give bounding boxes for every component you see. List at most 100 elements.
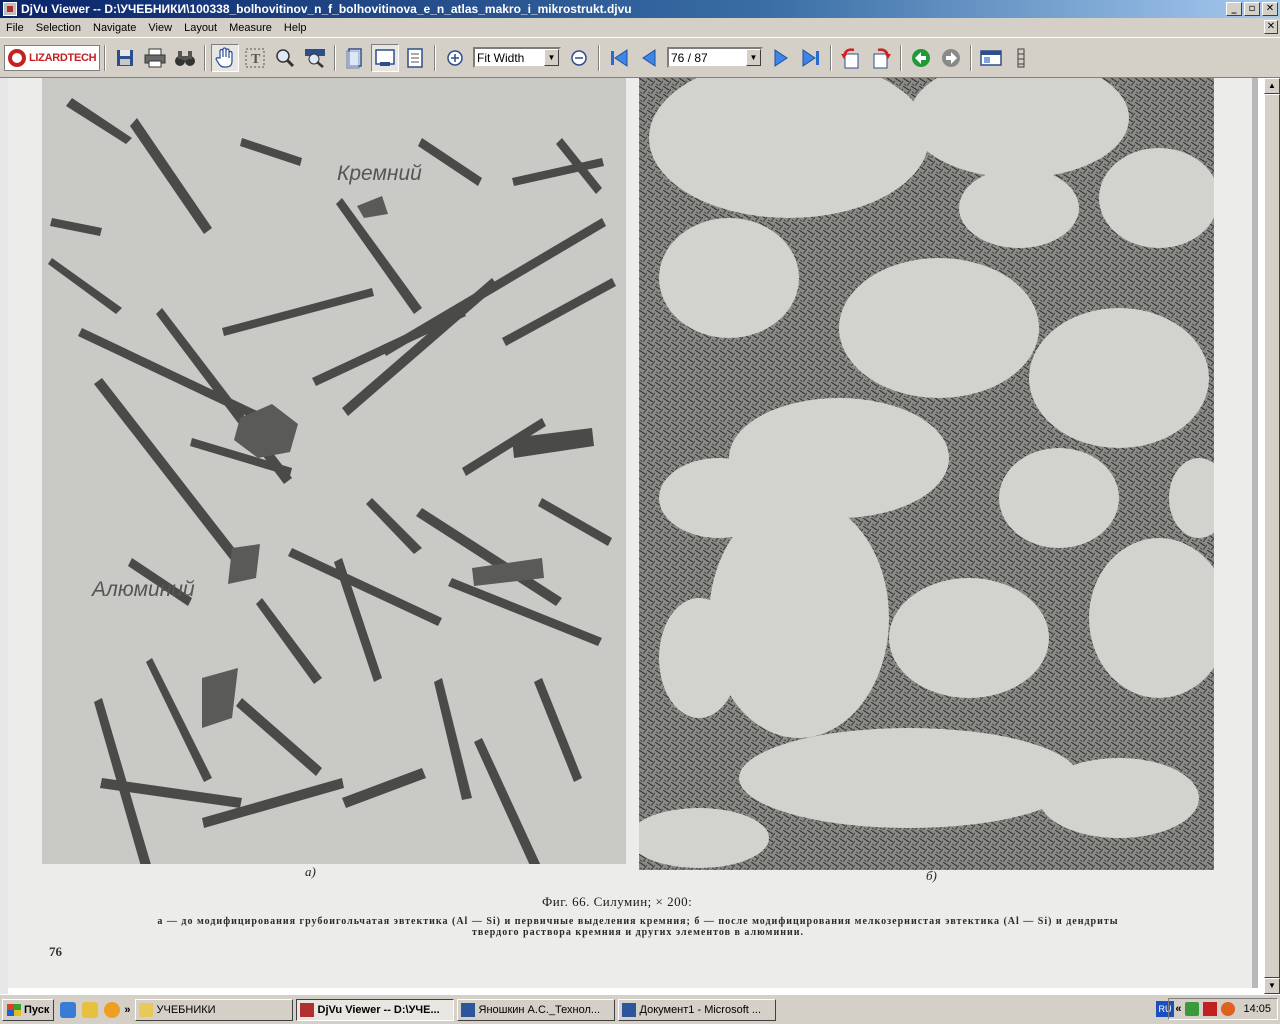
save-button[interactable] xyxy=(111,44,139,72)
separator xyxy=(204,44,206,71)
quick-launch xyxy=(60,1001,121,1018)
task-word-document1[interactable]: Документ1 - Microsoft ... xyxy=(617,998,776,1021)
forward-icon xyxy=(942,48,960,67)
arrow-left-icon xyxy=(642,48,656,67)
volume-icon[interactable] xyxy=(1221,1002,1236,1016)
last-page-button[interactable] xyxy=(797,44,825,72)
task-word-yanoshkin[interactable]: Яношкин А.С._Технол... xyxy=(456,998,615,1021)
text-select-icon: T xyxy=(245,48,265,67)
djvu-app-icon[interactable] xyxy=(3,2,17,16)
vertical-scrollbar[interactable]: ▲ ▼ xyxy=(1264,78,1280,994)
rotate-right-button[interactable] xyxy=(867,44,895,72)
messenger-icon[interactable] xyxy=(104,1001,121,1018)
print-button[interactable] xyxy=(141,44,169,72)
task-djvu-viewer[interactable]: DjVu Viewer -- D:\УЧЕ... xyxy=(295,998,454,1021)
menu-view[interactable]: View xyxy=(142,22,178,34)
separator xyxy=(598,44,600,71)
zoom-select-value: Fit Width xyxy=(477,50,525,65)
toolbar: LIZARDTECH T Fit Width ▼ 76 / 87 ▼ xyxy=(0,37,1280,78)
toolbar-handle[interactable] xyxy=(1007,44,1035,72)
next-page-button[interactable] xyxy=(767,44,795,72)
find-button[interactable] xyxy=(171,44,199,72)
zoom-rect-button[interactable] xyxy=(301,44,329,72)
task-label: DjVu Viewer -- D:\УЧЕ... xyxy=(317,1003,440,1016)
scroll-up-button[interactable]: ▲ xyxy=(1264,78,1280,94)
zoom-in-button[interactable] xyxy=(441,44,469,72)
last-page-icon xyxy=(802,48,819,67)
figure-description: а — до модифицирования грубоигольчатая э… xyxy=(68,916,1208,938)
first-page-button[interactable] xyxy=(605,44,633,72)
word-icon xyxy=(460,1002,475,1017)
fit-page-button[interactable] xyxy=(401,44,429,72)
minimize-button[interactable]: _ xyxy=(1226,2,1242,16)
zoom-out-button[interactable] xyxy=(565,44,593,72)
maximize-button[interactable]: ▫ xyxy=(1244,2,1260,16)
figure-caption: Фиг. 66. Силумин; × 200: xyxy=(542,894,693,909)
zoom-tool-button[interactable] xyxy=(271,44,299,72)
back-button[interactable] xyxy=(907,44,935,72)
separator xyxy=(104,44,106,71)
forward-button[interactable] xyxy=(937,44,965,72)
zoom-rectangle-icon xyxy=(305,48,325,68)
rotate-left-button[interactable] xyxy=(837,44,865,72)
micrograph-b xyxy=(639,78,1214,870)
menu-layout[interactable]: Layout xyxy=(178,22,223,34)
arrow-right-icon xyxy=(774,48,788,67)
menu-help[interactable]: Help xyxy=(278,22,313,34)
single-page-button[interactable] xyxy=(341,44,369,72)
thumbnails-button[interactable] xyxy=(977,44,1005,72)
figure-description-line-2: твердого раствора кремния и других элеме… xyxy=(472,927,804,938)
quick-launch-chevron[interactable]: » xyxy=(124,1004,130,1016)
notes-icon[interactable] xyxy=(82,1001,99,1018)
menu-bar: File Selection Navigate View Layout Meas… xyxy=(0,18,1280,37)
minus-circle-icon xyxy=(571,49,587,66)
antivirus-icon[interactable] xyxy=(1203,1002,1218,1016)
separator xyxy=(434,44,436,71)
thumbnails-icon xyxy=(980,49,1002,66)
page-number: 76 xyxy=(49,944,62,959)
chevron-down-icon[interactable]: ▼ xyxy=(746,49,761,66)
scrollbar-thumb[interactable] xyxy=(1264,94,1280,978)
start-button[interactable]: Пуск xyxy=(2,998,55,1021)
lizardtech-logo[interactable]: LIZARDTECH xyxy=(4,44,100,71)
plus-circle-icon xyxy=(447,49,463,66)
system-tray: « 14:05 xyxy=(1168,998,1278,1020)
document-view[interactable]: Кремний Алюминий а) б) Фиг. 66. Силумин;… xyxy=(0,78,1264,994)
document-close-button[interactable]: ✕ xyxy=(1264,20,1278,34)
tray-expand-chevron[interactable]: « xyxy=(1175,1003,1181,1015)
task-label: Документ1 - Microsoft ... xyxy=(639,1003,762,1016)
page-select[interactable]: 76 / 87 ▼ xyxy=(667,47,763,68)
clock[interactable]: 14:05 xyxy=(1243,1003,1271,1015)
pan-tool-button[interactable] xyxy=(211,43,239,72)
chevron-down-icon[interactable]: ▼ xyxy=(544,49,559,66)
hand-icon xyxy=(215,46,233,68)
network-icon[interactable] xyxy=(1185,1002,1200,1016)
browser-icon[interactable] xyxy=(60,1001,77,1018)
fit-width-button[interactable] xyxy=(371,43,399,72)
fit-width-icon xyxy=(375,48,395,66)
text-select-button[interactable]: T xyxy=(241,44,269,72)
binoculars-icon xyxy=(175,50,195,66)
menu-navigate[interactable]: Navigate xyxy=(87,22,142,34)
previous-page-button[interactable] xyxy=(635,44,663,72)
windows-logo-icon xyxy=(7,1003,21,1016)
menu-file[interactable]: File xyxy=(0,22,30,34)
printer-icon xyxy=(144,48,166,67)
menu-selection[interactable]: Selection xyxy=(30,22,87,34)
task-label: УЧЕБНИКИ xyxy=(156,1003,216,1016)
micrograph-b-image xyxy=(639,78,1214,870)
task-label: Яношкин А.С._Технол... xyxy=(478,1003,601,1016)
zoom-select[interactable]: Fit Width ▼ xyxy=(473,47,561,68)
figure-description-line-1: а — до модифицирования грубоигольчатая э… xyxy=(157,916,1119,927)
save-icon xyxy=(117,49,133,66)
logo-text: LIZARDTECH xyxy=(29,51,97,64)
task-uchebniki[interactable]: УЧЕБНИКИ xyxy=(134,998,293,1021)
scroll-down-button[interactable]: ▼ xyxy=(1264,978,1280,994)
start-label: Пуск xyxy=(24,1003,50,1016)
single-page-icon xyxy=(346,47,362,68)
menu-measure[interactable]: Measure xyxy=(223,22,278,34)
separator xyxy=(830,44,832,71)
document-page: Кремний Алюминий а) б) Фиг. 66. Силумин;… xyxy=(8,78,1258,988)
close-button[interactable]: ✕ xyxy=(1262,2,1278,16)
sublabel-a: а) xyxy=(305,864,316,879)
